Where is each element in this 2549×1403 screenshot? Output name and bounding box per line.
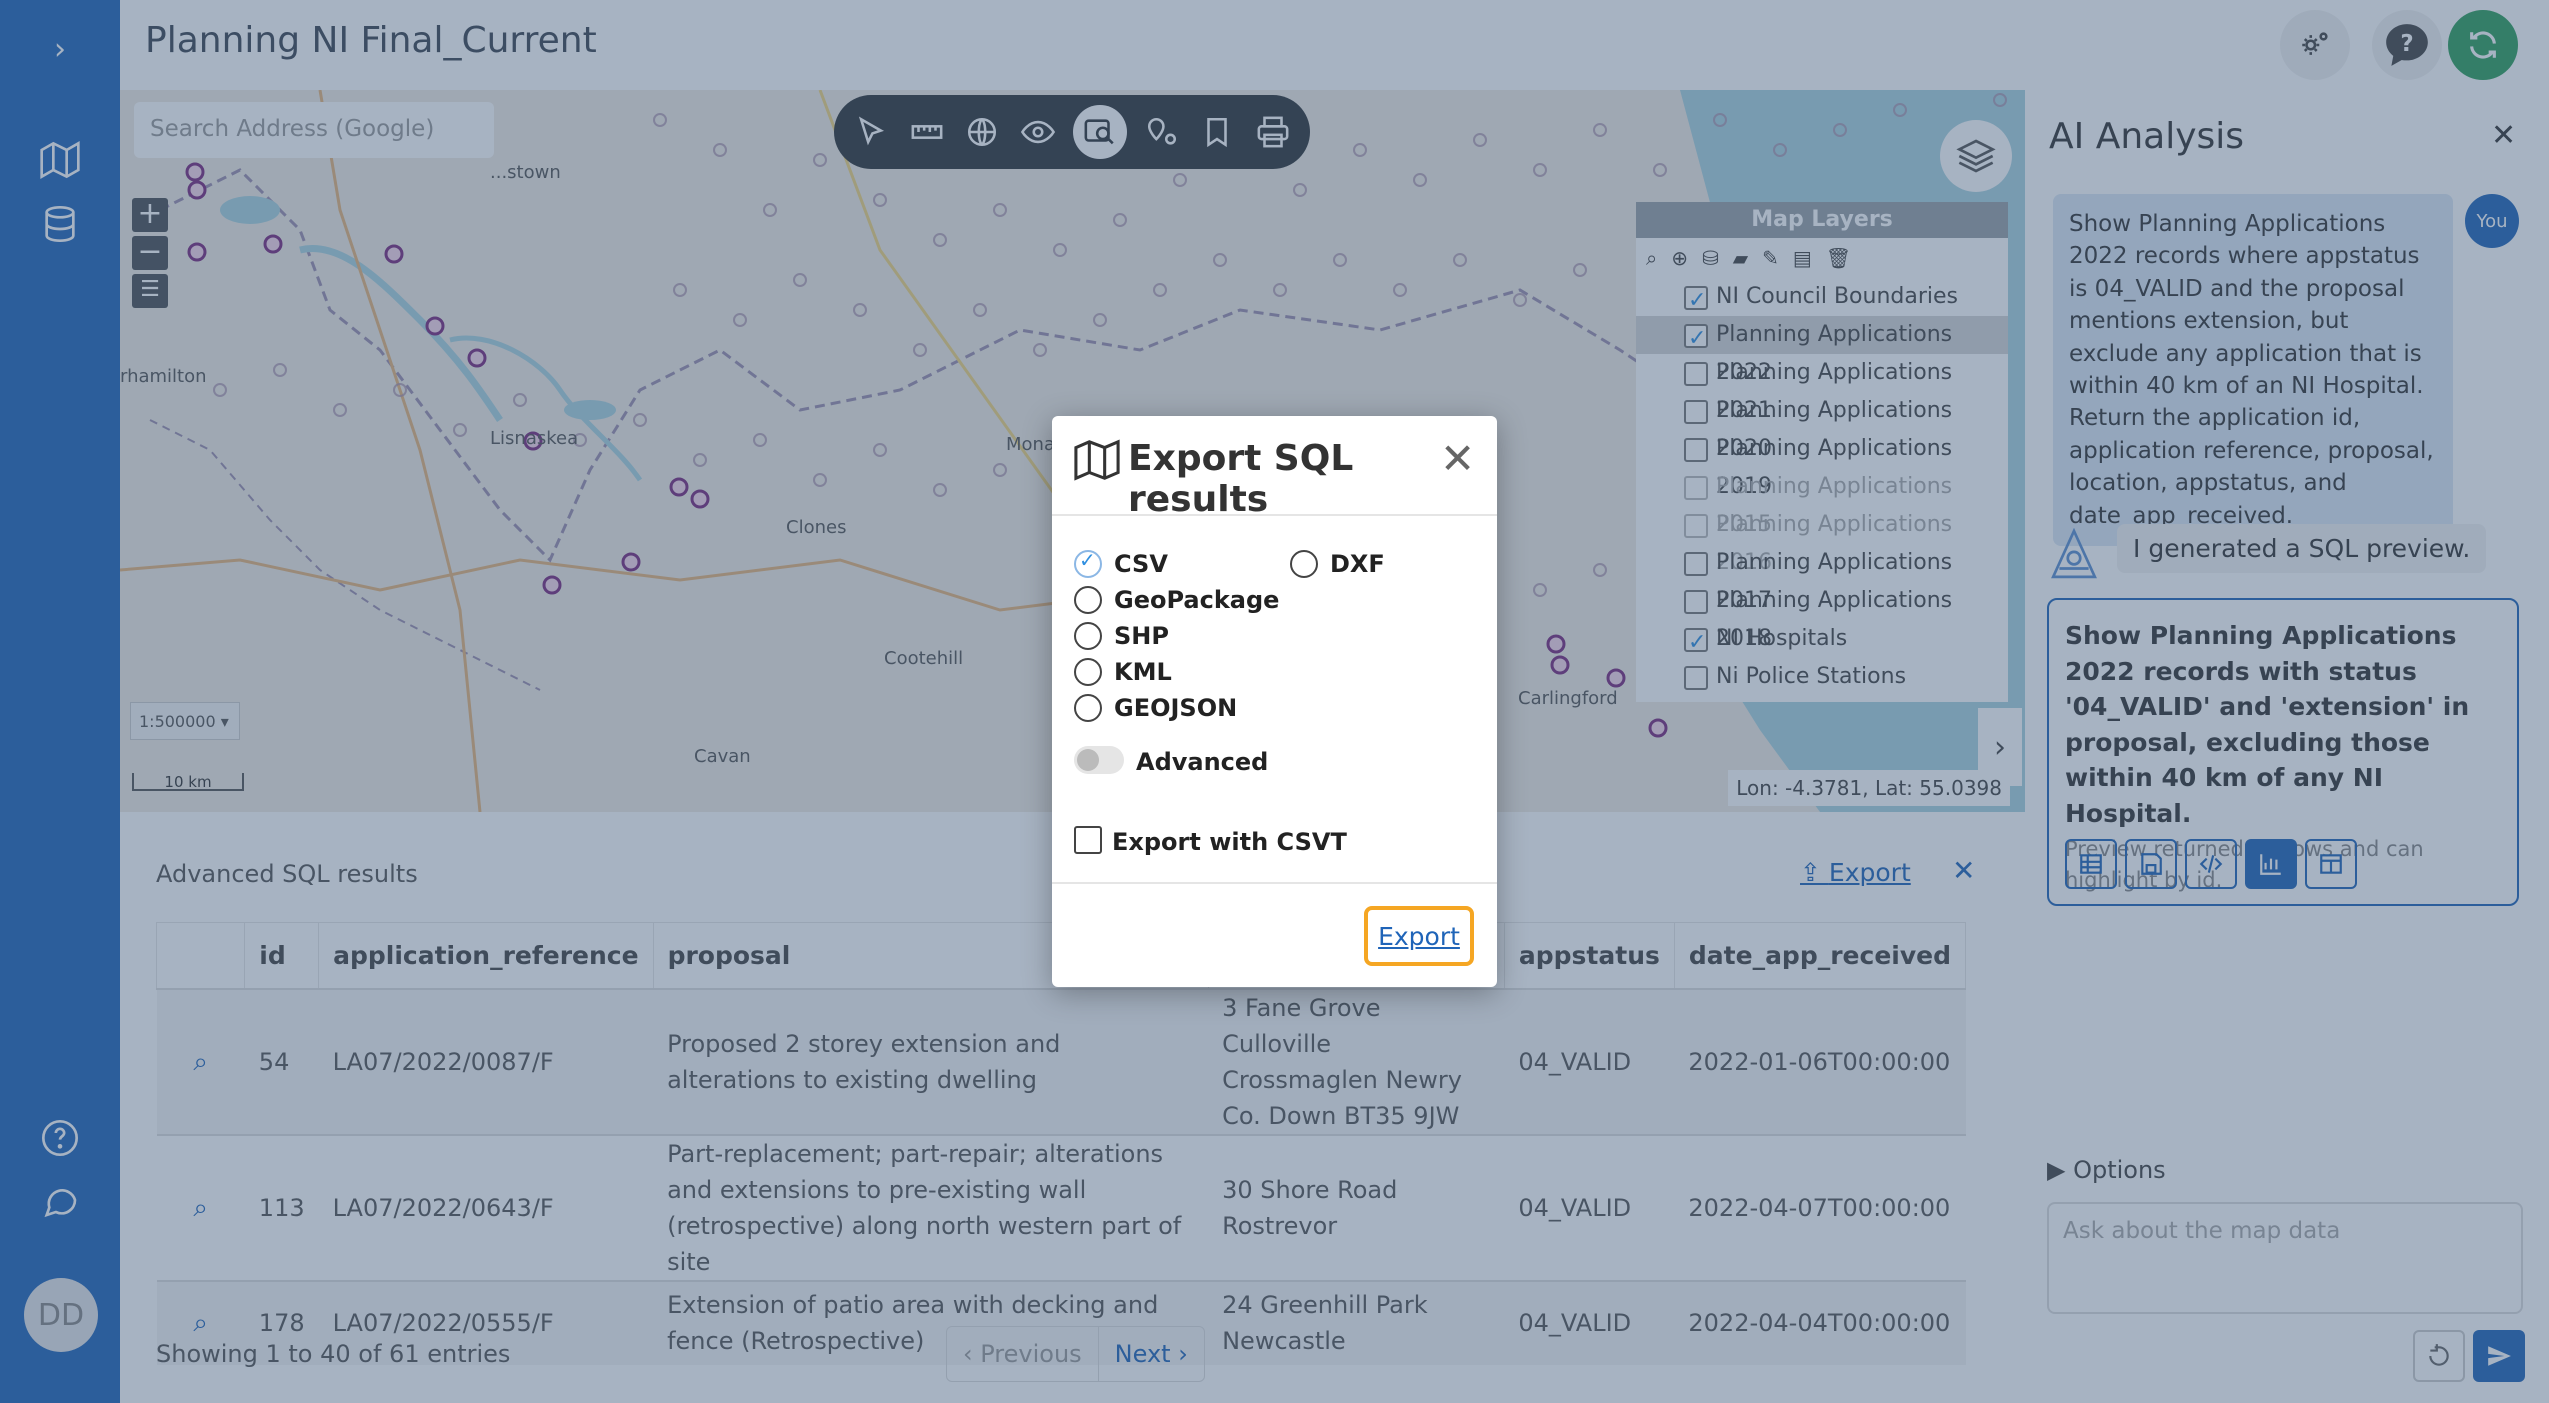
export-csvt-label: Export with CSVT bbox=[1112, 828, 1347, 856]
format-label: SHP bbox=[1114, 622, 1169, 650]
format-option-dxf[interactable]: DXF bbox=[1290, 550, 1385, 578]
advanced-toggle[interactable] bbox=[1074, 746, 1124, 774]
dialog-header: Export SQL results ✕ bbox=[1052, 416, 1497, 520]
dialog-close-icon[interactable]: ✕ bbox=[1440, 434, 1475, 483]
radio-csv[interactable] bbox=[1074, 548, 1102, 578]
format-option-geojson[interactable]: GEOJSON bbox=[1074, 694, 1237, 722]
radio-geojson[interactable] bbox=[1074, 694, 1102, 722]
dialog-export-button[interactable]: Export bbox=[1364, 906, 1474, 966]
format-option-geopackage[interactable]: GeoPackage bbox=[1074, 586, 1279, 614]
radio-kml[interactable] bbox=[1074, 658, 1102, 686]
format-label: DXF bbox=[1330, 550, 1385, 578]
format-label: KML bbox=[1114, 658, 1172, 686]
radio-shp[interactable] bbox=[1074, 622, 1102, 650]
export-csvt-checkbox[interactable] bbox=[1074, 826, 1102, 854]
export-dialog: Export SQL results ✕ CSV DXF GeoPackage … bbox=[1052, 416, 1497, 987]
format-label: CSV bbox=[1114, 550, 1168, 578]
format-option-kml[interactable]: KML bbox=[1074, 658, 1172, 686]
format-option-csv[interactable]: CSV bbox=[1074, 548, 1168, 578]
map-book-icon bbox=[1074, 438, 1120, 484]
dialog-divider bbox=[1052, 882, 1497, 884]
format-label: GEOJSON bbox=[1114, 694, 1238, 722]
format-label: GeoPackage bbox=[1114, 586, 1280, 614]
format-option-shp[interactable]: SHP bbox=[1074, 622, 1169, 650]
radio-dxf[interactable] bbox=[1290, 550, 1318, 578]
radio-geopackage[interactable] bbox=[1074, 586, 1102, 614]
advanced-label: Advanced bbox=[1136, 748, 1269, 776]
